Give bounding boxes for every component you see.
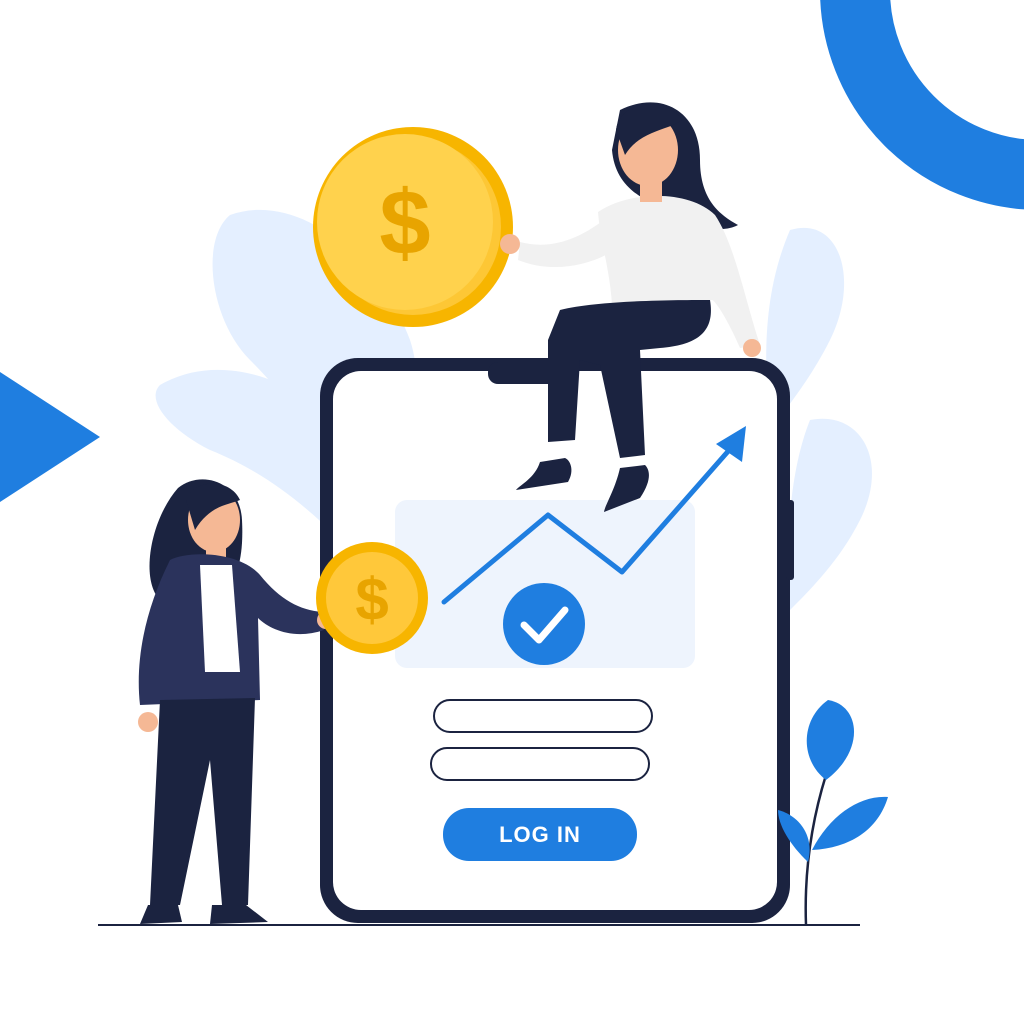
login-button[interactable]: LOG IN [443,808,637,861]
check-circle-icon [503,583,585,665]
plant-decoration [778,700,888,926]
leaf-shape [788,418,872,610]
coin-symbol: $ [379,172,430,274]
illustration-canvas: $ $ LOG IN [0,0,1024,1024]
phone-side-button [786,500,794,580]
coin-symbol: $ [355,566,388,633]
dollar-coin-icon-small: $ [316,542,428,654]
decorative-ring-arc [820,0,1024,210]
play-triangle-icon [0,372,100,502]
password-field[interactable] [430,747,650,781]
username-field[interactable] [433,699,653,733]
illustration-svg: $ $ [0,0,1024,926]
dollar-coin-icon-large: $ [313,127,513,327]
woman-standing [138,479,335,924]
